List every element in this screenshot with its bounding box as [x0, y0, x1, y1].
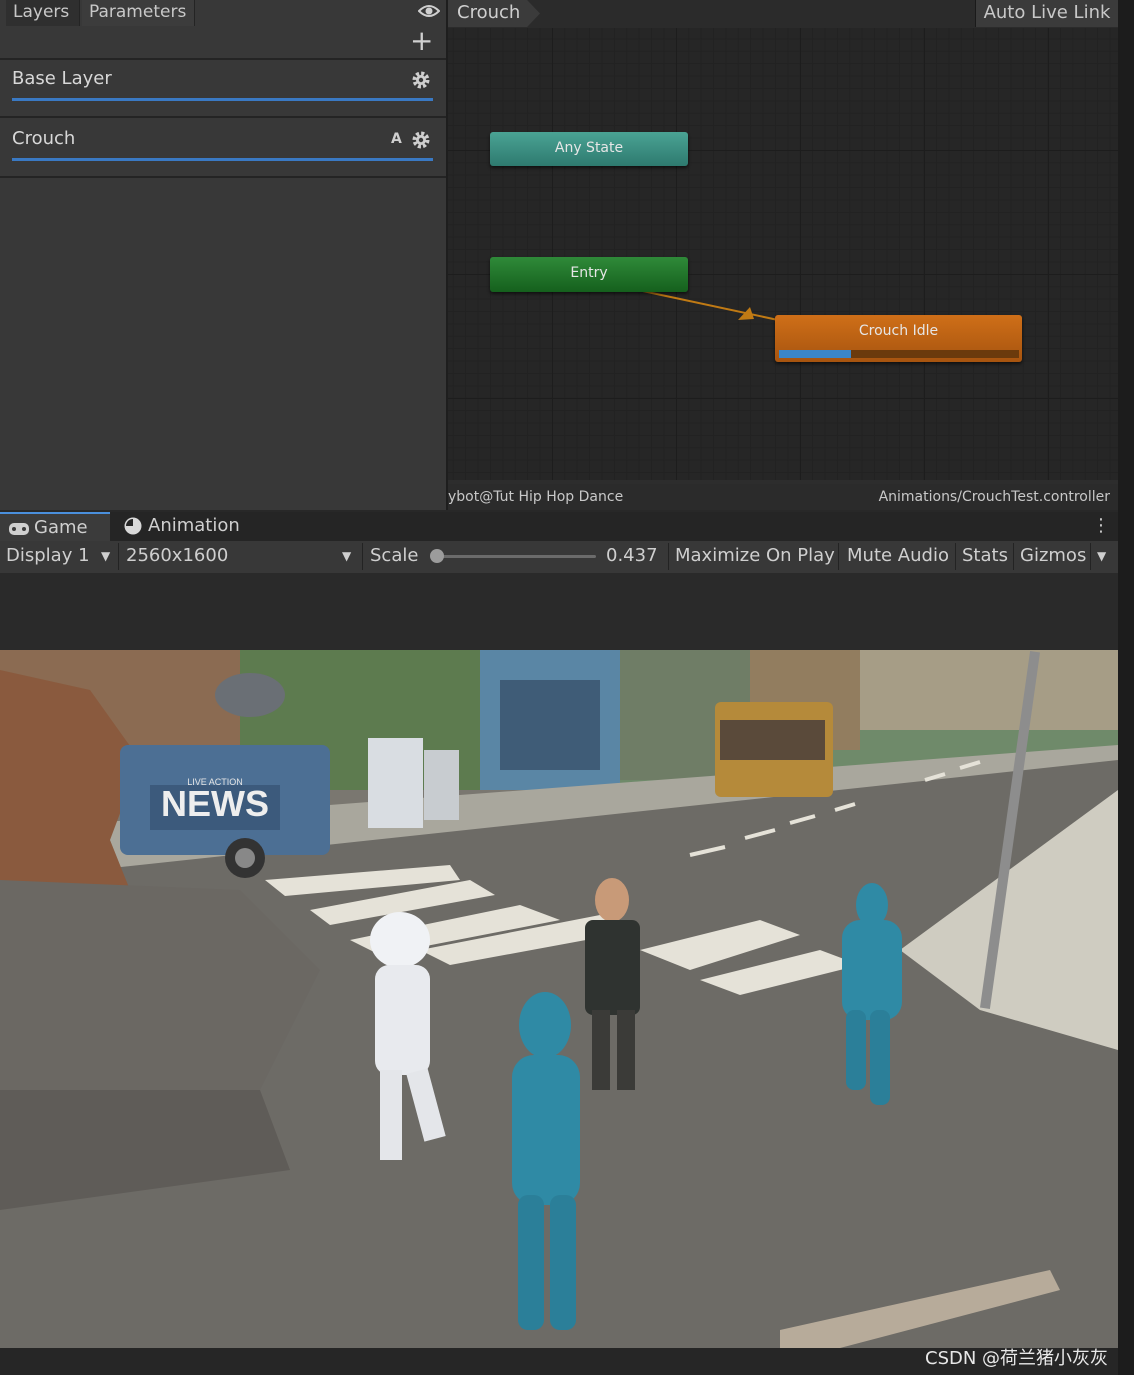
scale-slider-thumb[interactable]: [430, 549, 444, 563]
gear-icon[interactable]: [411, 70, 431, 90]
layer-row-base[interactable]: Base Layer: [0, 60, 446, 118]
resolution-value: 2560x1600: [126, 545, 229, 566]
auto-live-link-button[interactable]: Auto Live Link: [975, 0, 1118, 27]
add-layer-icon[interactable]: +: [410, 27, 433, 55]
tab-animation[interactable]: Animation: [120, 512, 260, 541]
divider: [838, 543, 839, 570]
chevron-down-icon: ▼: [342, 549, 352, 563]
graph-header: Crouch Auto Live Link: [448, 0, 1118, 29]
transition-arrow[interactable]: [448, 28, 1118, 480]
layer-row-crouch[interactable]: Crouch: [0, 120, 446, 178]
divider: [362, 543, 363, 570]
layer-weight-bar: [12, 98, 433, 101]
gear-icon[interactable]: [411, 130, 431, 150]
gamepad-icon: [9, 523, 29, 535]
additive-badge: A: [391, 131, 402, 147]
tab-layers[interactable]: Layers: [6, 0, 80, 26]
scale-value: 0.437: [606, 545, 658, 566]
layer-name: Crouch: [12, 128, 76, 149]
watermark-text: CSDN @荷兰猪小灰灰: [925, 1348, 1109, 1369]
selected-object-name: ybot@Tut Hip Hop Dance: [448, 489, 624, 505]
van-text-main: NEWS: [161, 783, 269, 824]
tab-parameters[interactable]: Parameters: [82, 0, 195, 26]
eye-icon[interactable]: [418, 3, 440, 19]
breadcrumb[interactable]: Crouch: [448, 0, 540, 27]
state-entry[interactable]: Entry: [490, 257, 688, 292]
divider: [118, 543, 119, 570]
display-dropdown[interactable]: Display 1 ▼: [6, 541, 118, 572]
graph-status-bar: ybot@Tut Hip Hop Dance Animations/Crouch…: [448, 484, 1118, 510]
scene-render: LIVE ACTION NEWS: [0, 650, 1118, 1348]
divider: [1090, 543, 1091, 570]
layer-weight-bar: [12, 158, 433, 161]
tab-game-label: Game: [34, 517, 88, 538]
divider: [668, 543, 669, 570]
gizmos-dropdown-icon[interactable]: ▼: [1097, 541, 1106, 572]
game-letterbox-top: [0, 573, 1118, 650]
divider: [955, 543, 956, 570]
state-any-state[interactable]: Any State: [490, 132, 688, 166]
more-options-icon[interactable]: ⋮: [1092, 514, 1110, 538]
divider: [1013, 543, 1014, 570]
controller-path: Animations/CrouchTest.controller: [878, 489, 1110, 505]
clock-icon: [124, 517, 142, 535]
scrollbar[interactable]: [1118, 0, 1134, 1375]
scale-label: Scale: [370, 545, 419, 566]
layers-panel: Layers Parameters + Base Layer Crouch A: [0, 0, 448, 510]
mute-audio-toggle[interactable]: Mute Audio: [847, 541, 949, 572]
resolution-dropdown[interactable]: 2560x1600 ▼: [126, 541, 358, 572]
tab-game[interactable]: Game: [0, 512, 110, 541]
state-progress-bar: [779, 350, 851, 358]
chevron-down-icon: ▼: [101, 549, 111, 563]
layer-name: Base Layer: [12, 68, 112, 89]
game-toolbar: Display 1 ▼ 2560x1600 ▼ Scale 0.437 Maxi…: [0, 541, 1118, 574]
scale-slider[interactable]: [432, 555, 596, 558]
tab-animation-label: Animation: [148, 515, 240, 536]
game-viewport[interactable]: LIVE ACTION NEWS: [0, 650, 1118, 1348]
maximize-on-play-toggle[interactable]: Maximize On Play: [675, 541, 835, 572]
game-tab-bar: Game Animation: [0, 512, 1118, 541]
gizmos-toggle[interactable]: Gizmos: [1020, 541, 1086, 572]
stats-toggle[interactable]: Stats: [962, 541, 1008, 572]
display-value: Display 1: [6, 545, 90, 566]
